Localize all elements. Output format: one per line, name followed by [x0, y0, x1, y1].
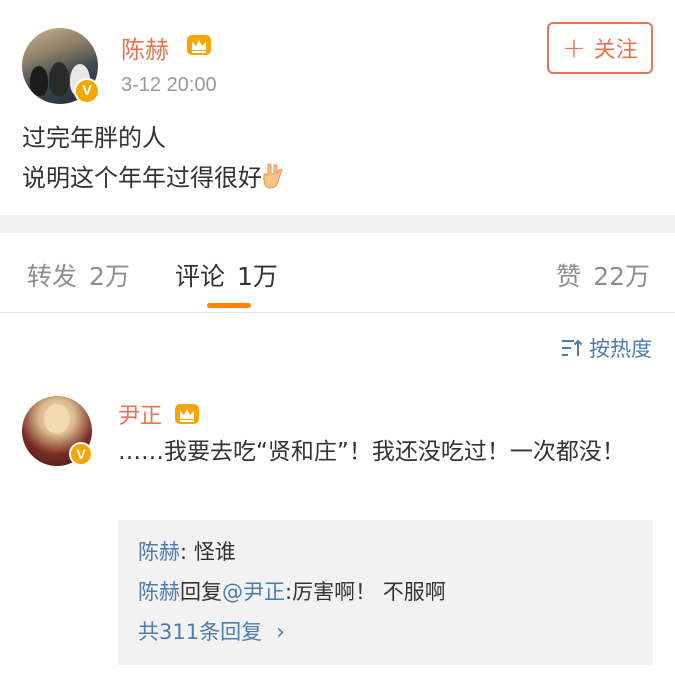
- chevron-right-icon: ›: [276, 620, 285, 645]
- section-divider: [0, 215, 675, 233]
- view-all-replies-link[interactable]: 共311条回复 ›: [138, 612, 653, 653]
- interaction-tabs: 转发 2万 评论 1万 赞 22万: [0, 233, 675, 313]
- tab-likes-count: 22万: [593, 262, 650, 291]
- reply-author[interactable]: 陈赫: [138, 580, 180, 604]
- tab-likes[interactable]: 赞 22万: [556, 257, 650, 293]
- post-text: 过完年胖的人 说明这个年年过得很好: [22, 118, 288, 198]
- more-replies-label: 共311条回复: [138, 620, 263, 644]
- comment-text: ……我要去吃“贤和庄”！我还没吃过！一次都没！: [118, 439, 625, 465]
- verified-icon: V: [69, 442, 93, 466]
- reply-author[interactable]: 陈赫: [138, 540, 180, 564]
- post-timestamp: 3-12 20:00: [121, 74, 217, 96]
- follow-button[interactable]: + 关注: [547, 22, 653, 74]
- plus-icon: +: [562, 31, 586, 64]
- tab-likes-label: 赞: [556, 262, 582, 291]
- follow-label: 关注: [593, 38, 638, 63]
- tab-comments-count: 1万: [237, 262, 278, 291]
- sort-by-hot-button[interactable]: 按热度: [561, 333, 652, 363]
- tab-repost-count: 2万: [89, 262, 130, 291]
- post-text-line: 过完年胖的人: [22, 124, 166, 152]
- verified-icon: V: [74, 78, 100, 104]
- tab-comments-label: 评论: [175, 262, 226, 291]
- reply-verb: 回复: [180, 580, 222, 604]
- avatar-figure: [30, 66, 48, 96]
- active-tab-indicator: [207, 303, 251, 308]
- reply-text: : 怪谁: [180, 540, 236, 564]
- reply-item: 陈赫: 怪谁: [138, 532, 653, 572]
- sort-label: 按热度: [589, 337, 652, 361]
- sort-icon: [562, 339, 583, 356]
- avatar-face: [44, 404, 70, 434]
- post-card: V 陈赫 3-12 20:00 + 关注 过完年胖的人 说明这个年年过得很好: [0, 0, 675, 215]
- tab-repost[interactable]: 转发 2万: [27, 257, 130, 293]
- avatar-figure: [49, 62, 69, 96]
- rock-hand-emoji-icon: [263, 163, 283, 189]
- reply-item: 陈赫回复@尹正:厉害啊！ 不服啊: [138, 572, 653, 612]
- crown-icon: [187, 35, 211, 55]
- post-text-line-2: 说明这个年年过得很好: [22, 158, 288, 198]
- post-author-name[interactable]: 陈赫: [121, 30, 169, 65]
- tab-repost-label: 转发: [27, 262, 78, 291]
- replies-box[interactable]: 陈赫: 怪谁 陈赫回复@尹正:厉害啊！ 不服啊 共311条回复 ›: [118, 520, 653, 665]
- tab-comments[interactable]: 评论 1万: [175, 257, 278, 293]
- post-text-line: 说明这个年年过得很好: [22, 164, 262, 192]
- crown-icon: [175, 404, 199, 424]
- reply-text: :厉害啊！ 不服啊: [285, 580, 446, 604]
- reply-mention[interactable]: @尹正: [222, 580, 285, 604]
- commenter-name[interactable]: 尹正: [118, 398, 162, 430]
